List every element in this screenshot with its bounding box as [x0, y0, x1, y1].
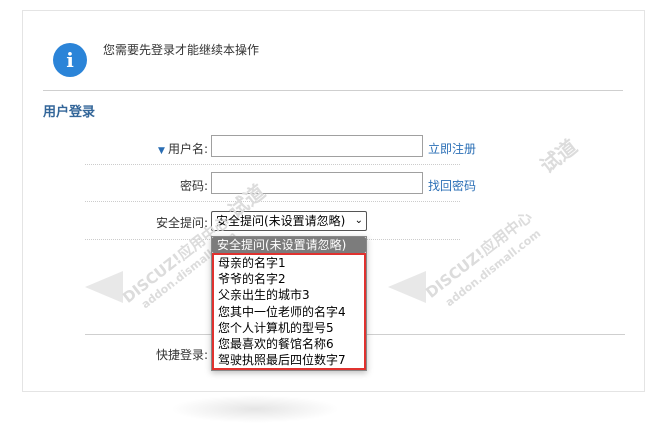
panel-shadow: [170, 395, 340, 423]
username-input[interactable]: [211, 135, 423, 157]
chevron-down-icon: ⌄: [354, 215, 363, 226]
login-panel: i 您需要先登录才能继续本操作 用户登录 ▼ 用户名: 立即注册 密码: 找回密码…: [22, 10, 645, 392]
dropdown-option[interactable]: 您其中一位老师的名字4: [214, 304, 364, 320]
watermark-brand: DISCUZ!应用中心: [422, 207, 536, 302]
row-divider: [85, 164, 460, 165]
dropdown-option[interactable]: 您最喜欢的餐馆名称6: [214, 336, 364, 352]
register-link[interactable]: 立即注册: [428, 140, 476, 157]
security-question-value: 安全提问(未设置请忽略): [216, 214, 346, 228]
dropdown-option[interactable]: 爷爷的名字2: [214, 271, 364, 287]
divider: [43, 90, 623, 91]
info-icon: i: [53, 43, 87, 77]
dropdown-option[interactable]: 您个人计算机的型号5: [214, 320, 364, 336]
security-question-dropdown: 安全提问(未设置请忽略) 母亲的名字1 爷爷的名字2 父亲出生的城市3 您其中一…: [211, 236, 367, 372]
dropdown-option[interactable]: 母亲的名字1: [214, 255, 364, 271]
notice-bar: i 您需要先登录才能继续本操作: [23, 11, 644, 91]
username-label-wrap: ▼ 用户名:: [23, 140, 208, 157]
row-divider: [85, 201, 460, 202]
dropdown-option-selected[interactable]: 安全提问(未设置请忽略): [212, 237, 366, 253]
dropdown-option[interactable]: 驾驶执照最后四位数字7: [214, 352, 364, 368]
username-label: 用户名:: [167, 142, 208, 156]
watermark-arrow-icon: [388, 271, 426, 303]
find-password-link[interactable]: 找回密码: [428, 177, 476, 194]
dropdown-option-list: 母亲的名字1 爷爷的名字2 父亲出生的城市3 您其中一位老师的名字4 您个人计算…: [212, 253, 366, 371]
security-question-select[interactable]: 安全提问(未设置请忽略) ⌄: [211, 211, 367, 231]
dropdown-option[interactable]: 父亲出生的城市3: [214, 287, 364, 303]
notice-message: 您需要先登录才能继续本操作: [103, 43, 260, 57]
security-question-label: 安全提问:: [155, 216, 208, 230]
section-title: 用户登录: [43, 105, 96, 120]
password-label: 密码:: [179, 179, 208, 193]
quick-login-label: 快捷登录:: [155, 348, 208, 362]
watermark-arrow-icon: [85, 271, 123, 303]
watermark-mark: 试道: [535, 134, 582, 179]
caret-down-icon[interactable]: ▼: [158, 146, 165, 156]
password-input[interactable]: [211, 172, 423, 194]
